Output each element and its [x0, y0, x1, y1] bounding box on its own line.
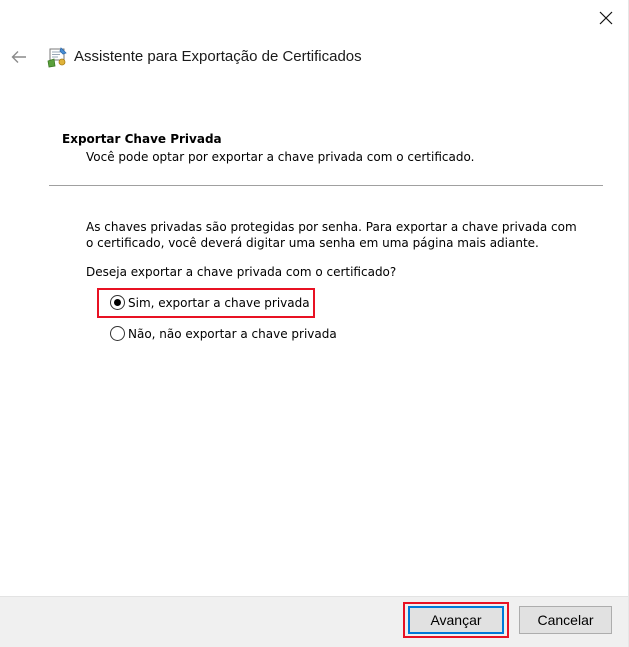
- radio-button-selected[interactable]: [110, 295, 125, 310]
- wizard-title: Assistente para Exportação de Certificad…: [74, 48, 362, 65]
- radio-export-yes-label[interactable]: Sim, exportar a chave privada: [128, 296, 310, 310]
- cancel-button[interactable]: Cancelar: [519, 606, 612, 634]
- close-button[interactable]: [590, 2, 622, 34]
- export-question: Deseja exportar a chave privada com o ce…: [86, 265, 397, 279]
- info-paragraph: As chaves privadas são protegidas por se…: [86, 220, 577, 250]
- close-icon: [599, 11, 613, 25]
- page-description: Você pode optar por exportar a chave pri…: [86, 150, 475, 164]
- next-button[interactable]: Avançar: [408, 606, 504, 634]
- page-title: Exportar Chave Privada: [62, 132, 222, 146]
- header-divider: [49, 185, 603, 186]
- certificate-export-wizard-window: Assistente para Exportação de Certificad…: [0, 0, 629, 647]
- radio-export-no[interactable]: Não, não exportar a chave privada: [110, 326, 337, 341]
- arrow-left-icon: [11, 51, 26, 63]
- radio-export-yes[interactable]: Sim, exportar a chave privada: [110, 295, 310, 310]
- certificate-wizard-icon: [47, 47, 67, 68]
- radio-button-unselected[interactable]: [110, 326, 125, 341]
- back-button[interactable]: [6, 44, 32, 70]
- radio-export-no-label[interactable]: Não, não exportar a chave privada: [128, 327, 337, 341]
